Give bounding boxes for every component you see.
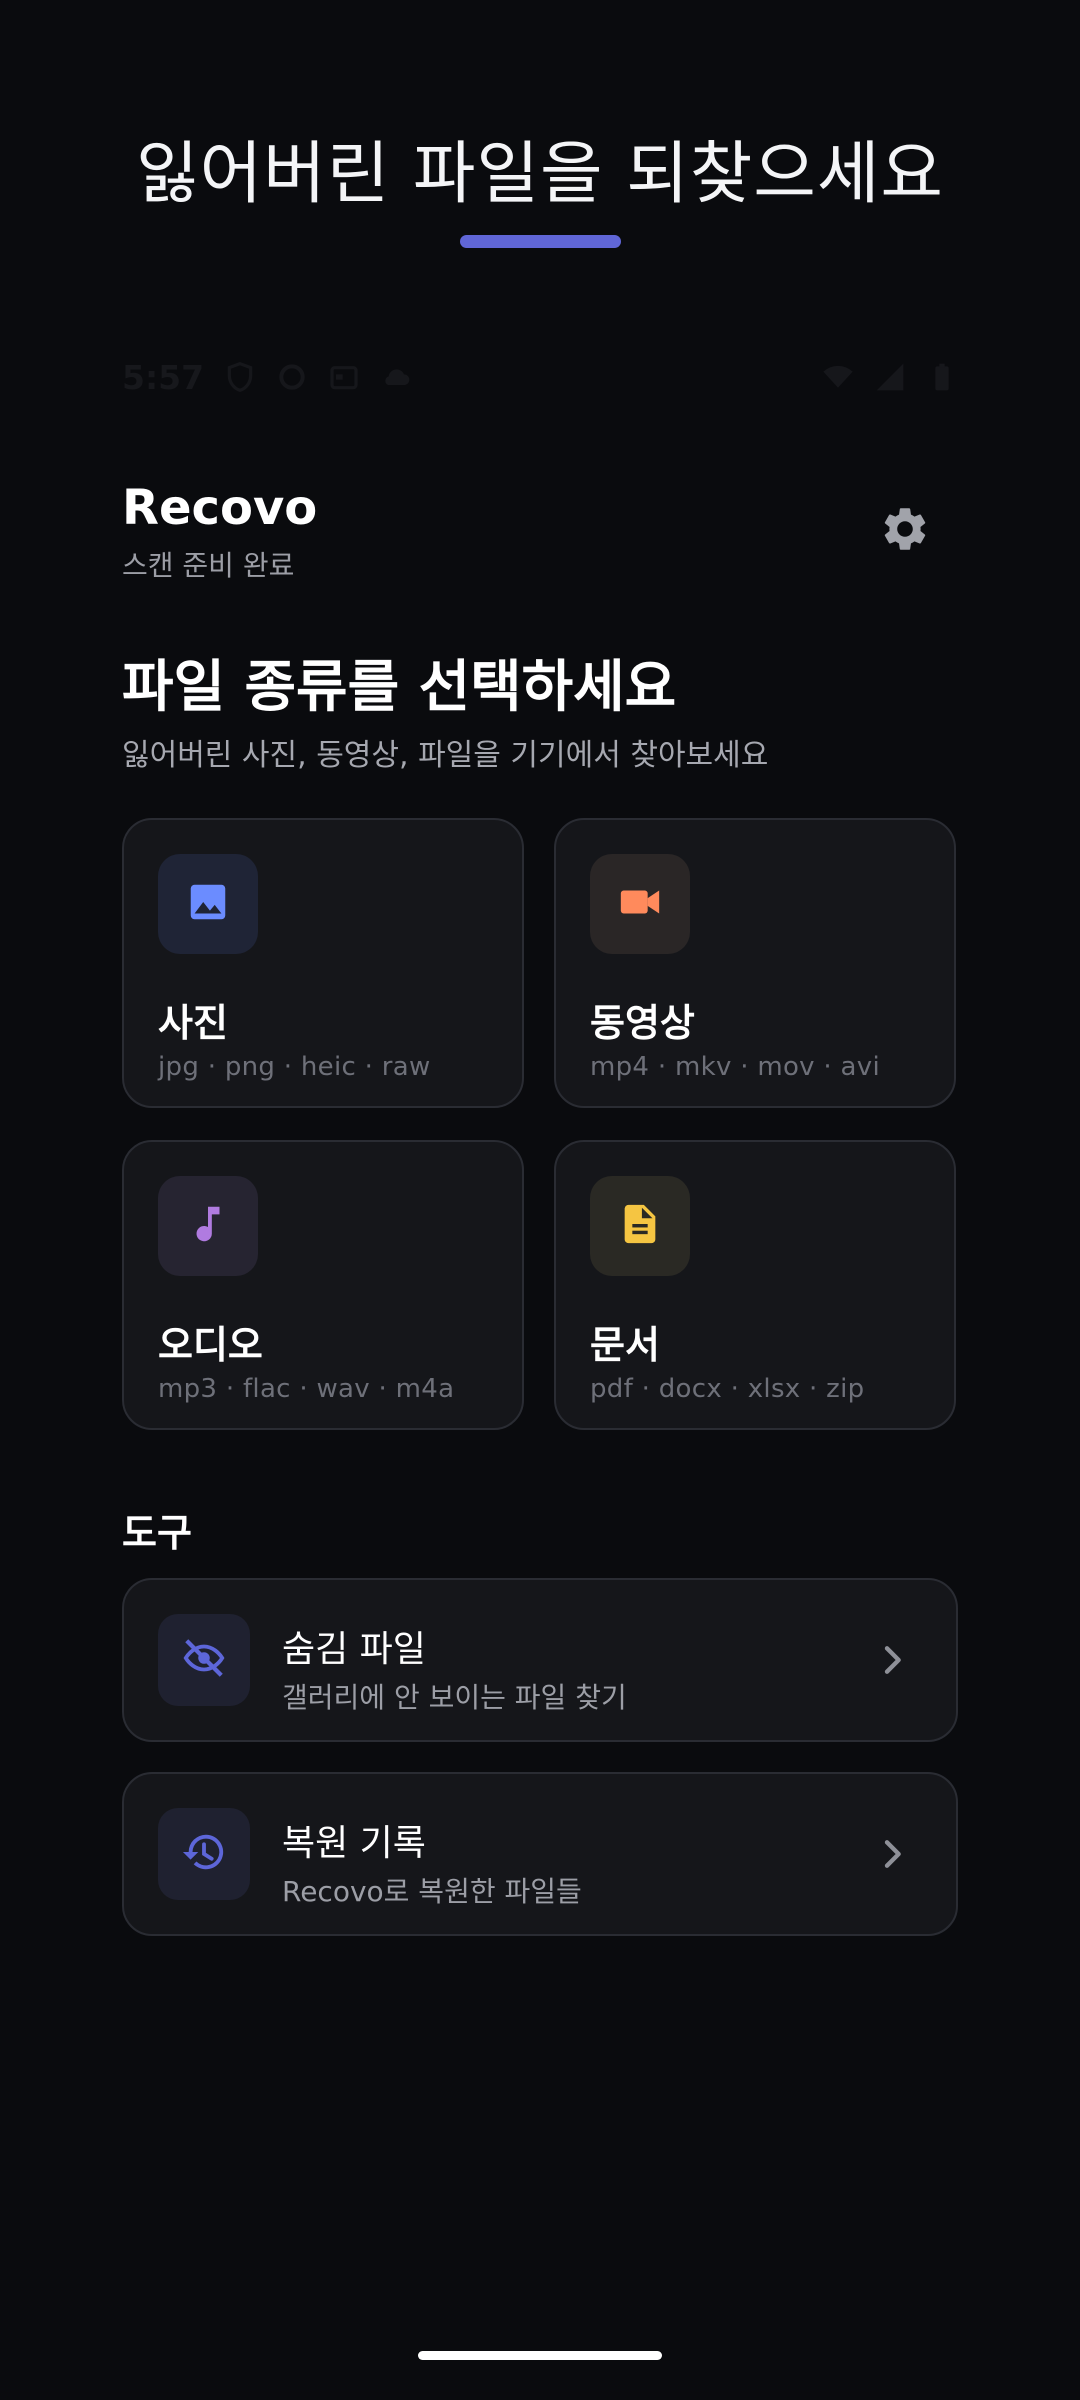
card-label: 사진 <box>158 1001 228 1045</box>
card-formats: jpg · png · heic · raw <box>158 1052 431 1082</box>
battery-icon <box>926 361 958 393</box>
file-type-card-photo[interactable]: 사진 jpg · png · heic · raw <box>122 818 524 1108</box>
video-camera-icon <box>617 879 663 929</box>
promo-underline <box>460 235 621 248</box>
tool-subtitle: 갤러리에 안 보이는 파일 찾기 <box>282 1681 627 1714</box>
tool-title: 복원 기록 <box>282 1823 426 1864</box>
tool-title: 숨김 파일 <box>282 1629 426 1670</box>
scan-status: 스캔 준비 완료 <box>122 549 295 582</box>
status-left: 5:57 <box>122 358 412 397</box>
card-label: 오디오 <box>158 1323 263 1367</box>
file-type-card-video[interactable]: 동영상 mp4 · mkv · mov · avi <box>554 818 956 1108</box>
card-label: 문서 <box>590 1323 660 1367</box>
chevron-right-icon <box>872 1834 912 1874</box>
hidden-files-icon-box <box>158 1614 250 1706</box>
settings-button[interactable] <box>876 502 934 560</box>
restore-history-icon-box <box>158 1808 250 1900</box>
photo-icon-box <box>158 854 258 954</box>
status-time: 5:57 <box>122 357 205 397</box>
video-icon-box <box>590 854 690 954</box>
tool-hidden-files[interactable]: 숨김 파일 갤러리에 안 보이는 파일 찾기 <box>122 1578 958 1742</box>
image-icon <box>185 879 231 929</box>
shield-icon <box>224 361 256 393</box>
card-formats: mp3 · flac · wav · m4a <box>158 1374 455 1404</box>
calendar-icon <box>328 361 360 393</box>
document-icon <box>617 1201 663 1251</box>
file-type-description: 잃어버린 사진, 동영상, 파일을 기기에서 찾아보세요 <box>122 738 769 773</box>
status-right <box>822 361 958 393</box>
tool-restore-history[interactable]: 복원 기록 Recovo로 복원한 파일들 <box>122 1772 958 1936</box>
document-icon-box <box>590 1176 690 1276</box>
card-formats: pdf · docx · xlsx · zip <box>590 1374 865 1404</box>
tools-heading: 도구 <box>122 1511 192 1555</box>
app-title: Recovo <box>122 480 318 536</box>
cloud-icon <box>380 361 412 393</box>
card-label: 동영상 <box>590 1001 695 1045</box>
sync-icon <box>276 361 308 393</box>
music-note-icon <box>185 1201 231 1251</box>
file-type-card-document[interactable]: 문서 pdf · docx · xlsx · zip <box>554 1140 956 1430</box>
signal-icon <box>874 361 906 393</box>
promo-title: 잃어버린 파일을 되찾으세요 <box>136 135 944 214</box>
audio-icon-box <box>158 1176 258 1276</box>
status-bar: 5:57 <box>122 355 958 399</box>
card-formats: mp4 · mkv · mov · avi <box>590 1052 880 1082</box>
gear-icon <box>879 503 931 559</box>
history-icon <box>181 1829 227 1879</box>
chevron-right-icon <box>872 1640 912 1680</box>
tool-subtitle: Recovo로 복원한 파일들 <box>282 1875 582 1908</box>
file-type-card-audio[interactable]: 오디오 mp3 · flac · wav · m4a <box>122 1140 524 1430</box>
file-type-heading: 파일 종류를 선택하세요 <box>122 655 677 720</box>
wifi-icon <box>822 361 854 393</box>
eye-off-icon <box>181 1635 227 1685</box>
home-indicator[interactable] <box>418 2351 662 2360</box>
